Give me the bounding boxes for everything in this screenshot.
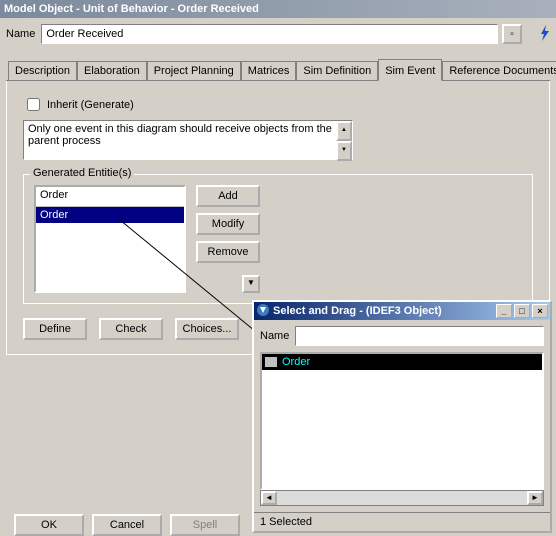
group-title: Generated Entitie(s): [30, 167, 134, 179]
spell-button[interactable]: Spell: [170, 514, 240, 536]
entities-entry[interactable]: Order: [36, 187, 184, 207]
note-spinner: ▲ ▼: [336, 121, 352, 161]
name-input[interactable]: [41, 24, 498, 44]
scroll-right-button[interactable]: ►: [527, 491, 543, 505]
status-text: 1 Selected: [260, 516, 312, 528]
scroll-track[interactable]: [277, 491, 527, 505]
cancel-button[interactable]: Cancel: [92, 514, 162, 536]
note-spinner-up[interactable]: ▲: [336, 121, 352, 141]
entities-list: Order Order: [34, 185, 186, 293]
select-drag-name-input[interactable]: [295, 326, 544, 346]
name-row: Name ▫: [6, 24, 550, 44]
tab-sim-event[interactable]: Sim Event: [378, 59, 442, 81]
select-drag-list[interactable]: Order: [260, 352, 544, 490]
tabstrip: Description Elaboration Project Planning…: [6, 58, 550, 81]
tab-description[interactable]: Description: [8, 61, 77, 80]
object-icon: [264, 356, 278, 368]
remove-button[interactable]: Remove: [196, 241, 260, 263]
minimize-button[interactable]: _: [496, 304, 512, 318]
name-label: Name: [6, 28, 35, 40]
ok-button[interactable]: OK: [14, 514, 84, 536]
tab-label: Description: [15, 65, 70, 77]
name-browse-button[interactable]: ▫: [502, 24, 522, 44]
entities-entry-text: Order: [40, 189, 68, 201]
select-drag-list-item[interactable]: Order: [262, 354, 542, 370]
tab-elaboration[interactable]: Elaboration: [77, 61, 147, 80]
note-text: Only one event in this diagram should re…: [28, 123, 332, 147]
generated-entities-group: Generated Entitie(s) Order Order Add Mod…: [23, 174, 533, 304]
tab-label: Sim Definition: [303, 65, 371, 77]
list-item-label: Order: [40, 209, 68, 221]
lightning-icon[interactable]: [540, 25, 550, 44]
tab-label: Sim Event: [385, 65, 435, 77]
select-drag-body: Name Order ◄ ►: [254, 320, 550, 512]
tab-label: Reference Documents: [449, 65, 556, 77]
tab-sim-definition[interactable]: Sim Definition: [296, 61, 378, 80]
note-spinner-down[interactable]: ▼: [336, 141, 352, 161]
select-drag-name-label: Name: [260, 330, 289, 342]
note-field[interactable]: Only one event in this diagram should re…: [23, 120, 353, 160]
select-drag-name-row: Name: [260, 326, 544, 346]
select-drag-statusbar: 1 Selected: [254, 512, 550, 531]
scroll-left-button[interactable]: ◄: [261, 491, 277, 505]
window-title: Model Object - Unit of Behavior - Order …: [4, 3, 259, 15]
tab-reference-documents[interactable]: Reference Documents: [442, 61, 556, 80]
entities-dropdown-arrow[interactable]: ▼: [242, 275, 260, 293]
define-button[interactable]: Define: [23, 318, 87, 340]
entities-buttons: Add Modify Remove ▼: [196, 185, 260, 293]
add-button[interactable]: Add: [196, 185, 260, 207]
inherit-row: Inherit (Generate): [23, 95, 533, 114]
window-titlebar: Model Object - Unit of Behavior - Order …: [0, 0, 556, 18]
footer-buttons: OK Cancel Spell: [14, 514, 240, 536]
modify-button[interactable]: Modify: [196, 213, 260, 235]
app-icon: [256, 303, 270, 320]
maximize-button[interactable]: □: [514, 304, 530, 318]
select-drag-title: Select and Drag - (IDEF3 Object): [273, 305, 494, 317]
tab-label: Elaboration: [84, 65, 140, 77]
tab-label: Matrices: [248, 65, 290, 77]
close-button[interactable]: ×: [532, 304, 548, 318]
inherit-checkbox[interactable]: [27, 98, 40, 111]
square-icon: ▫: [510, 29, 514, 40]
check-button[interactable]: Check: [99, 318, 163, 340]
tab-project-planning[interactable]: Project Planning: [147, 61, 241, 80]
horizontal-scrollbar[interactable]: ◄ ►: [260, 490, 544, 506]
list-item[interactable]: Order: [36, 207, 184, 223]
select-drag-window: Select and Drag - (IDEF3 Object) _ □ × N…: [252, 300, 552, 533]
tab-matrices[interactable]: Matrices: [241, 61, 297, 80]
select-drag-titlebar[interactable]: Select and Drag - (IDEF3 Object) _ □ ×: [254, 302, 550, 320]
inherit-label: Inherit (Generate): [47, 99, 134, 111]
select-drag-item-label: Order: [282, 356, 310, 368]
entities-list-body[interactable]: Order: [36, 207, 184, 285]
tab-label: Project Planning: [154, 65, 234, 77]
choices-button[interactable]: Choices...: [175, 318, 239, 340]
